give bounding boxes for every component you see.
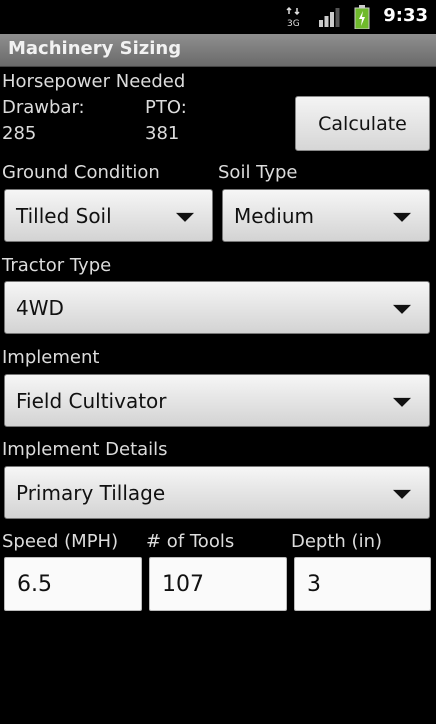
clock: 9:33 [383, 5, 428, 26]
soil-type-select[interactable]: Medium [222, 189, 430, 242]
battery-charging-icon [354, 5, 370, 30]
dropdown-arrow-icon [393, 489, 411, 499]
speed-input[interactable]: 6.5 [4, 557, 142, 611]
tractor-type-value: 4WD [16, 295, 64, 320]
depth-input[interactable]: 3 [294, 557, 431, 611]
drawbar-label: Drawbar: [2, 97, 85, 118]
dropdown-arrow-icon [393, 304, 411, 314]
horsepower-heading: Horsepower Needed [2, 71, 186, 92]
signal-strength-icon [318, 7, 340, 27]
pto-value: 381 [145, 123, 180, 144]
implement-value: Field Cultivator [16, 388, 167, 413]
soil-type-value: Medium [234, 203, 314, 228]
ground-condition-label: Ground Condition [2, 162, 160, 183]
tools-input[interactable]: 107 [149, 557, 287, 611]
ground-condition-value: Tilled Soil [16, 203, 112, 228]
dropdown-arrow-icon [393, 212, 411, 222]
status-bar: 3G 9:33 [0, 0, 436, 34]
network-type-icon: 3G [286, 6, 302, 29]
tools-label: # of Tools [146, 531, 235, 552]
tractor-type-label: Tractor Type [2, 255, 112, 276]
drawbar-value: 285 [2, 123, 37, 144]
ground-condition-select[interactable]: Tilled Soil [4, 189, 213, 242]
implement-details-select[interactable]: Primary Tillage [4, 466, 430, 519]
calculate-button[interactable]: Calculate [295, 96, 430, 151]
implement-label: Implement [2, 347, 100, 368]
app-title: Machinery Sizing [8, 38, 182, 59]
implement-details-label: Implement Details [2, 439, 168, 460]
implement-details-value: Primary Tillage [16, 480, 166, 505]
dropdown-arrow-icon [393, 397, 411, 407]
implement-select[interactable]: Field Cultivator [4, 374, 430, 427]
depth-label: Depth (in) [291, 531, 383, 552]
soil-type-label: Soil Type [218, 162, 298, 183]
speed-label: Speed (MPH) [2, 531, 119, 552]
pto-label: PTO: [145, 97, 187, 118]
dropdown-arrow-icon [176, 212, 194, 222]
app-title-bar: Machinery Sizing [0, 34, 436, 67]
tractor-type-select[interactable]: 4WD [4, 281, 430, 334]
svg-text:3G: 3G [287, 19, 300, 28]
